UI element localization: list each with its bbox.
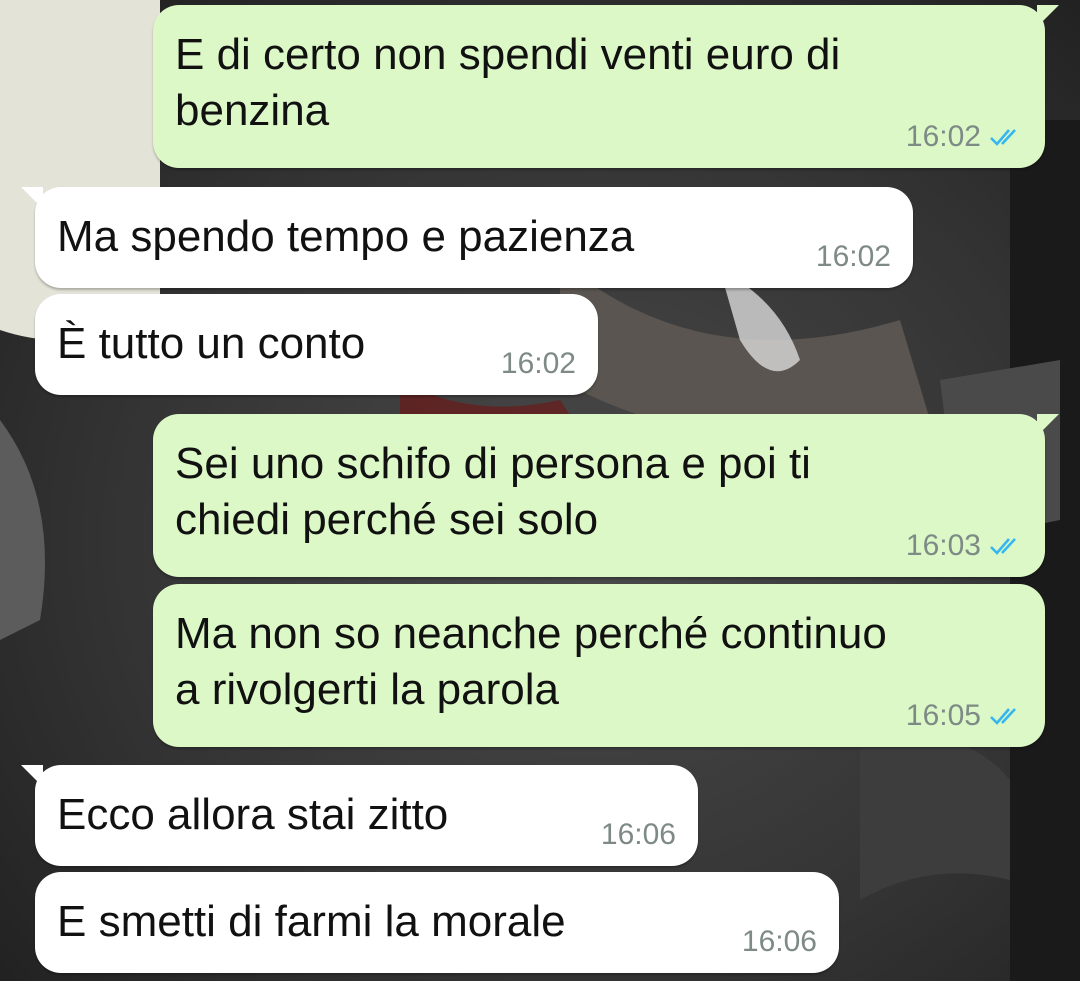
message-meta: 16:06	[742, 925, 817, 959]
message-time: 16:05	[905, 699, 981, 732]
read-double-check-icon	[990, 538, 1016, 555]
message-text: Ma spendo tempo e pazienza	[57, 212, 635, 261]
message-bubble-incoming[interactable]: Ecco allora stai zitto 16:06	[21, 765, 698, 866]
message-time: 16:06	[741, 925, 817, 958]
message-text: Ma non so neanche perché continuo a rivo…	[175, 609, 887, 714]
message-bubble-outgoing[interactable]: E di certo non spendi venti euro di benz…	[153, 5, 1059, 168]
message-time: 16:06	[600, 818, 676, 851]
message-time: 16:02	[500, 347, 576, 380]
message-meta: 16:02	[906, 120, 1023, 154]
message-meta: 16:06	[601, 818, 676, 852]
message-time: 16:02	[905, 120, 981, 153]
message-text: Ecco allora stai zitto	[57, 790, 449, 839]
message-bubble-incoming[interactable]: E smetti di farmi la morale 16:06	[35, 872, 839, 973]
message-meta: 16:02	[501, 347, 576, 381]
bubble-tail	[21, 187, 43, 209]
message-text: È tutto un conto	[57, 319, 366, 368]
message-bubble-outgoing[interactable]: Ma non so neanche perché continuo a rivo…	[153, 584, 1045, 747]
message-meta: 16:03	[906, 529, 1023, 563]
message-text: E di certo non spendi venti euro di benz…	[175, 30, 841, 135]
bubble-tail	[1037, 5, 1059, 27]
message-text: Sei uno schifo di persona e poi ti chied…	[175, 439, 811, 544]
message-bubble-outgoing[interactable]: Sei uno schifo di persona e poi ti chied…	[153, 414, 1059, 577]
read-double-check-icon	[990, 708, 1016, 725]
message-bubble-incoming[interactable]: È tutto un conto 16:02	[35, 294, 598, 395]
message-meta: 16:02	[816, 240, 891, 274]
message-time: 16:02	[815, 240, 891, 273]
message-time: 16:03	[905, 529, 981, 562]
bubble-tail	[21, 765, 43, 787]
read-double-check-icon	[990, 129, 1016, 146]
message-text: E smetti di farmi la morale	[57, 897, 566, 946]
message-bubble-incoming[interactable]: Ma spendo tempo e pazienza 16:02	[21, 187, 913, 288]
bubble-tail	[1037, 414, 1059, 436]
message-meta: 16:05	[906, 699, 1023, 733]
